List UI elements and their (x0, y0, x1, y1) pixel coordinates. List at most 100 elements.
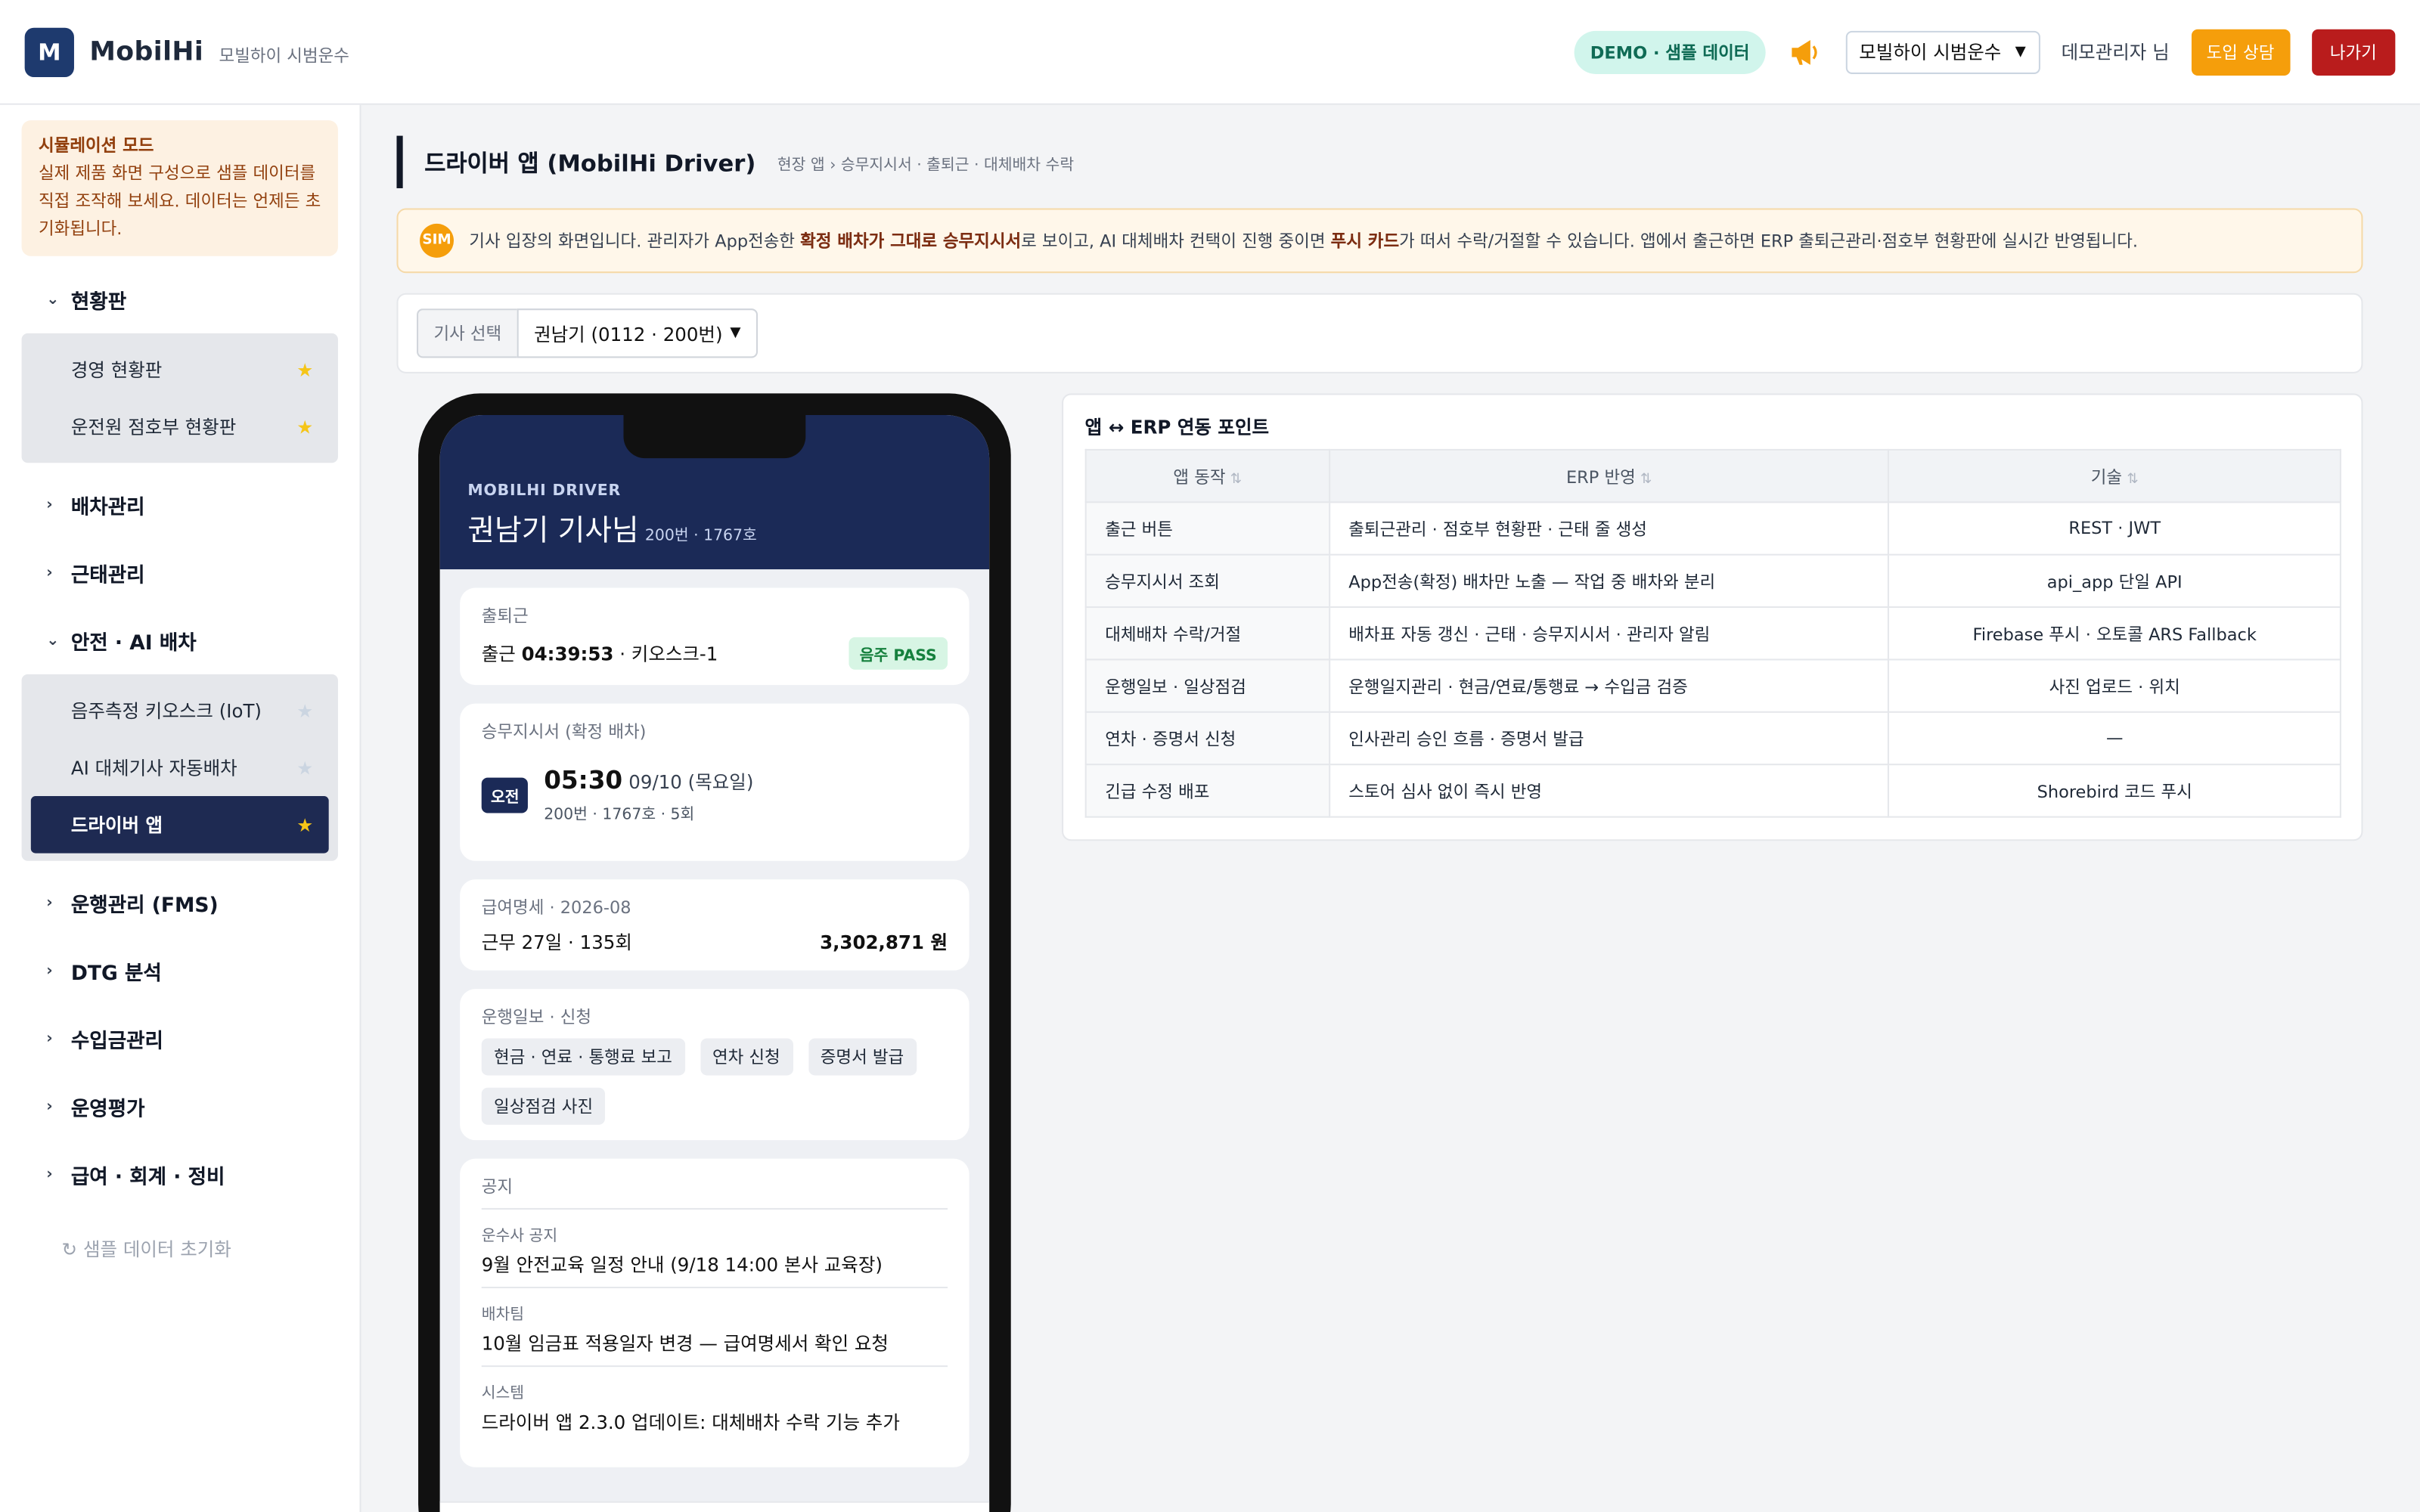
star-icon[interactable]: ★ (296, 700, 313, 722)
sidebar-group-label: 운행관리 (FMS) (70, 894, 219, 918)
info-text: 기사 입장의 화면입니다. 관리자가 App전송한 확정 배차가 그대로 승무지… (469, 228, 2138, 253)
sidebar-group-label: 안전 · AI 배차 (70, 631, 197, 655)
phone-mockup: MOBILHI DRIVER 권남기 기사님 200번 · 1767호 출퇴근 출… (418, 393, 1011, 1512)
column-header[interactable]: 앱 동작 ⇅ (1084, 448, 1330, 503)
chevron-right-icon: › (46, 563, 53, 581)
sort-icon: ⇅ (1230, 471, 1243, 487)
chevron-down-icon: ▼ (2015, 44, 2026, 60)
table-cell: 연차 · 증명서 신청 (1084, 711, 1330, 766)
chevron-down-icon: ⌄ (46, 290, 60, 308)
notice-label: 공지 (481, 1177, 513, 1198)
sidebar-item-label: 경영 현황판 (70, 359, 163, 382)
reset-sample-data-button[interactable]: ↻ 샘플 데이터 초기화 (0, 1236, 360, 1263)
column-header-label: 기술 (2090, 466, 2123, 487)
sidebar-group-label: 현황판 (70, 290, 127, 314)
pay-amount: 3,302,871 원 (820, 931, 948, 954)
top-header: M MobilHi 모빌하이 시범운수 DEMO · 샘플 데이터 모빌하이 시… (0, 0, 2420, 105)
erp-table: 앱 동작 ⇅ ERP 반영 ⇅ 기술 ⇅ 출근 버튼 출퇴근관리 · 점호부 현황판 ·… (1084, 448, 2341, 818)
sidebar-group-revenue[interactable]: › 수입금관리 (0, 1005, 360, 1073)
sidebar-item-label: 음주측정 키오스크 (IoT) (70, 700, 262, 723)
sidebar: 시뮬레이션 모드 실제 제품 화면 구성으로 샘플 데이터를 직접 조작해 보세… (0, 104, 361, 1512)
consult-button[interactable]: 도입 상담 (2191, 28, 2290, 75)
table-row: 운행일보 · 일상점검 운행일지관리 · 현금/연료/통행료 → 수입금 검증 사진… (1084, 658, 2341, 713)
table-cell: api_app 단일 API (1888, 553, 2341, 609)
sidebar-item-rollcall-dashboard[interactable]: 운전원 점호부 현황판 ★ (31, 398, 329, 456)
phone-tab-bar: ▤배차 ◷근태 ✎일보 ▣급여 ♪알림 (439, 1501, 990, 1512)
chevron-right-icon: › (46, 894, 53, 912)
report-label: 운행일보 · 신청 (481, 1007, 592, 1028)
sidebar-group-fms[interactable]: › 운행관리 (FMS) (0, 869, 360, 937)
sidebar-group-dispatch[interactable]: › 배차관리 (0, 470, 360, 538)
table-cell: App전송(확정) 배차만 노출 — 작업 중 배차와 분리 (1328, 553, 1890, 609)
sidebar-item-label: 드라이버 앱 (70, 814, 163, 837)
order-meta: 200번 · 1767호 · 5회 (544, 807, 695, 824)
table-cell: 긴급 수정 배포 (1084, 764, 1330, 818)
sidebar-item-exec-dashboard[interactable]: 경영 현황판 ★ (31, 341, 329, 398)
sidebar-group-label: 배차관리 (70, 496, 145, 519)
table-header-row: 앱 동작 ⇅ ERP 반영 ⇅ 기술 ⇅ (1084, 448, 2341, 503)
brand-name[interactable]: MobilHi (89, 36, 203, 67)
info-bold-part: 푸시 카드 (1330, 231, 1400, 252)
sidebar-group-eval[interactable]: › 운영평가 (0, 1072, 360, 1140)
sidebar-group-label: DTG 분석 (70, 962, 162, 986)
notice-text: 드라이버 앱 2.3.0 업데이트: 대체배차 수락 기능 추가 (481, 1411, 900, 1433)
org-select[interactable]: 모빌하이 시범운수 ▼ (1844, 29, 2040, 73)
sidebar-item-ai-dispatch[interactable]: AI 대체기사 자동배차 ★ (31, 739, 329, 797)
notice-item[interactable]: 시스템 드라이버 앱 2.3.0 업데이트: 대체배차 수락 기능 추가 (481, 1365, 948, 1435)
sidebar-item-alcohol-kiosk[interactable]: 음주측정 키오스크 (IoT) ★ (31, 682, 329, 739)
simulation-notice: 시뮬레이션 모드 실제 제품 화면 구성으로 샘플 데이터를 직접 조작해 보세… (21, 120, 338, 256)
page-title: 드라이버 앱 (MobilHi Driver) (424, 148, 756, 177)
breadcrumb: 현장 앱 › 승무지시서 · 출퇴근 · 대체배차 수락 (777, 156, 1075, 174)
exit-button[interactable]: 나가기 (2311, 28, 2396, 75)
star-icon[interactable]: ★ (296, 814, 313, 836)
sidebar-group-status[interactable]: ⌄ 현황판 (0, 265, 360, 333)
refresh-icon: ↻ (61, 1238, 78, 1261)
order-card[interactable]: 승무지시서 (확정 배차) 오전 05:30 09/10 (목요일) 200번 ·… (460, 703, 970, 861)
megaphone-icon[interactable] (1786, 33, 1823, 70)
notice-text: 10월 임금표 적용일자 변경 — 급여명세서 확인 요청 (481, 1333, 889, 1355)
column-header[interactable]: ERP 반영 ⇅ (1328, 448, 1890, 503)
demo-badge: DEMO · 샘플 데이터 (1575, 29, 1765, 73)
driver-meta: 200번 · 1767호 (644, 527, 757, 545)
logo[interactable]: M (24, 26, 74, 77)
notice-text: 9월 안전교육 일정 안내 (9/18 14:00 본사 교육장) (481, 1254, 883, 1276)
pay-row: 근무 27일 · 135회 3,302,871 원 (482, 929, 948, 956)
sidebar-group-payroll[interactable]: › 급여 · 회계 · 정비 (0, 1140, 360, 1208)
chip-inspection-photo[interactable]: 일상점검 사진 (481, 1087, 606, 1125)
column-header[interactable]: 기술 ⇅ (1888, 448, 2341, 503)
star-icon[interactable]: ★ (296, 416, 313, 438)
table-cell: 출근 버튼 (1084, 501, 1330, 556)
pay-card[interactable]: 급여명세 · 2026-08 근무 27일 · 135회 3,302,871 원 (460, 879, 970, 971)
chip-certificate[interactable]: 증명서 발급 (808, 1038, 917, 1076)
table-cell: 대체배차 수락/거절 (1084, 606, 1330, 661)
table-row: 승무지시서 조회 App전송(확정) 배차만 노출 — 작업 중 배차와 분리 ap… (1084, 553, 2341, 609)
erp-integration-card: 앱 ↔ ERP 연동 포인트 앱 동작 ⇅ ERP 반영 ⇅ 기술 ⇅ 출근 버튼 출퇴… (1062, 393, 2363, 841)
reset-label: 샘플 데이터 초기화 (82, 1238, 231, 1261)
sidebar-group-label: 운영평가 (70, 1098, 145, 1121)
chevron-down-icon: ⌄ (46, 631, 60, 649)
info-text-part: 로 보이고, AI 대체배차 컨택이 진행 중이면 (1021, 231, 1331, 252)
sidebar-group-attendance[interactable]: › 근태관리 (0, 538, 360, 606)
sidebar-group-dtg[interactable]: › DTG 분석 (0, 937, 360, 1005)
commute-card[interactable]: 출퇴근 출근 04:39:53 · 키오스크-1 음주 PASS (460, 587, 970, 686)
chip-leave-request[interactable]: 연차 신청 (700, 1038, 793, 1076)
sidebar-item-label: 운전원 점호부 현황판 (70, 417, 237, 438)
driver-name-text: 권남기 기사님 (467, 513, 639, 548)
sidebar-item-driver-app[interactable]: 드라이버 앱 ★ (30, 796, 329, 854)
table-row: 연차 · 증명서 신청 인사관리 승인 흐름 · 증명서 발급 — (1084, 711, 2341, 766)
table-cell: 승무지시서 조회 (1084, 553, 1330, 609)
chevron-right-icon: › (46, 1030, 53, 1047)
order-row: 오전 05:30 09/10 (목요일) 200번 · 1767호 · 5회 (481, 765, 948, 824)
table-cell: 운행일보 · 일상점검 (1084, 658, 1330, 713)
chip-cash-report[interactable]: 현금 · 연료 · 통행료 보고 (481, 1038, 685, 1076)
order-time: 05:30 (544, 765, 623, 795)
phone-app-name: MOBILHI DRIVER (467, 482, 622, 500)
notice-item[interactable]: 운수사 공지 9월 안전교육 일정 안내 (9/18 14:00 본사 교육장) (481, 1207, 948, 1278)
star-icon[interactable]: ★ (296, 757, 313, 779)
commute-time: 04:39:53 (521, 643, 614, 665)
driver-select[interactable]: 권남기 (0112 · 200번) ▼ (517, 308, 759, 358)
notice-item[interactable]: 배차팀 10월 임금표 적용일자 변경 — 급여명세서 확인 요청 (481, 1287, 948, 1356)
star-icon[interactable]: ★ (296, 358, 313, 380)
sidebar-group-safety[interactable]: ⌄ 안전 · AI 배차 (0, 606, 360, 674)
user-name: 데모관리자 님 (2061, 42, 2170, 64)
